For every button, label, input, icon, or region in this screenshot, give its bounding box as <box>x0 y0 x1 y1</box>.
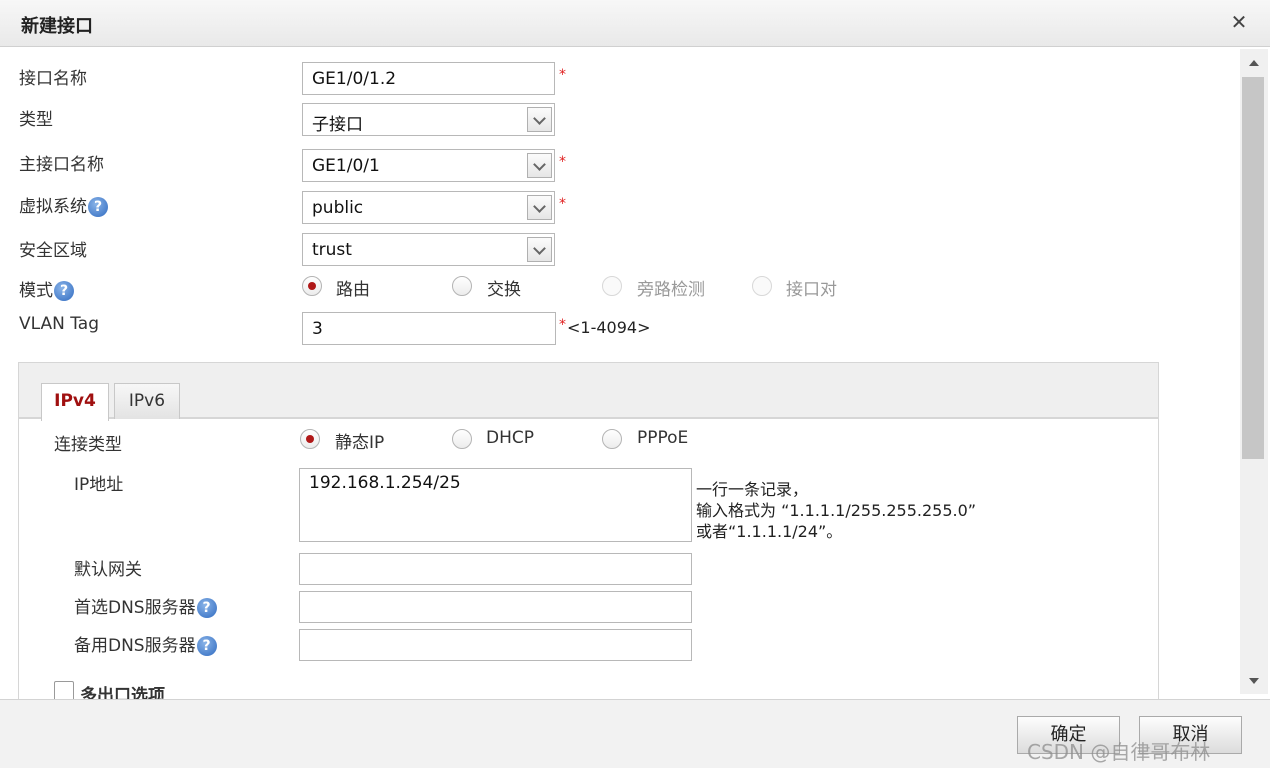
virtual-system-select-value: public <box>312 198 364 218</box>
ip-address-textarea[interactable]: 192.168.1.254/25 <box>299 468 692 542</box>
chevron-down-icon[interactable] <box>527 195 552 220</box>
main-interface-required: * <box>559 154 566 170</box>
connection-radio-static[interactable] <box>300 429 320 449</box>
interface-name-required: * <box>559 67 566 83</box>
default-gateway-input[interactable] <box>299 553 692 585</box>
virtual-system-required: * <box>559 196 566 212</box>
virtual-system-label: 虚拟系统? <box>19 192 108 217</box>
connection-static-label: 静态IP <box>335 433 385 453</box>
close-icon[interactable]: ✕ <box>1229 12 1249 32</box>
connection-radio-pppoe[interactable] <box>602 429 622 449</box>
dialog-titlebar: 新建接口 ✕ <box>0 0 1270 47</box>
virtual-system-select[interactable]: public <box>302 191 555 224</box>
mode-route-label: 路由 <box>336 280 370 300</box>
mode-label-text: 模式 <box>19 281 53 301</box>
chevron-down-icon[interactable] <box>527 237 552 262</box>
chevron-down-icon[interactable] <box>527 107 552 132</box>
default-gateway-label: 默认网关 <box>74 560 142 580</box>
mode-radio-bypass <box>602 276 622 296</box>
watermark: CSDN @自律哥布林 <box>1027 740 1211 764</box>
security-zone-label: 安全区域 <box>19 241 87 261</box>
ip-tabstrip: IPv4 IPv6 <box>19 363 1158 421</box>
backup-dns-label-text: 备用DNS服务器 <box>74 636 196 656</box>
content-scrollbar[interactable] <box>1240 49 1268 694</box>
vlan-tag-input[interactable]: 3 <box>302 312 556 345</box>
interface-name-label: 接口名称 <box>19 69 87 89</box>
dialog-title: 新建接口 <box>21 16 93 37</box>
connection-type-label: 连接类型 <box>54 435 122 455</box>
tab-ipv4[interactable]: IPv4 <box>41 383 109 421</box>
mode-switch-label: 交换 <box>487 280 521 300</box>
mode-bypass-label: 旁路检测 <box>637 280 705 300</box>
tab-ipv6[interactable]: IPv6 <box>114 383 180 419</box>
mode-interface-pair-label: 接口对 <box>786 280 837 300</box>
ip-address-hint-line-3: 或者“1.1.1.1/24”。 <box>696 522 843 541</box>
connection-dhcp-label: DHCP <box>486 428 534 448</box>
connection-pppoe-label: PPPoE <box>637 428 689 448</box>
primary-dns-label-text: 首选DNS服务器 <box>74 598 196 618</box>
virtual-system-label-text: 虚拟系统 <box>19 197 87 217</box>
mode-radio-switch[interactable] <box>452 276 472 296</box>
type-select-value: 子接口 <box>312 115 363 135</box>
mode-label: 模式? <box>19 276 74 301</box>
multi-exit-checkbox[interactable] <box>54 681 74 699</box>
backup-dns-label: 备用DNS服务器? <box>74 631 217 656</box>
ip-address-label: IP地址 <box>74 475 124 495</box>
security-zone-select[interactable]: trust <box>302 233 555 266</box>
mode-radio-route[interactable] <box>302 276 322 296</box>
security-zone-select-value: trust <box>312 240 352 260</box>
multi-exit-label: 多出口选项 <box>80 686 165 699</box>
vlan-tag-required: * <box>559 317 566 333</box>
scroll-up-icon[interactable] <box>1240 51 1268 75</box>
vlan-tag-label: VLAN Tag <box>19 314 100 334</box>
main-interface-label: 主接口名称 <box>19 155 104 175</box>
vlan-tag-range-hint: <1-4094> <box>567 318 651 337</box>
help-icon[interactable]: ? <box>54 281 74 301</box>
main-interface-select-value: GE1/0/1 <box>312 156 380 176</box>
chevron-down-icon[interactable] <box>527 153 552 178</box>
backup-dns-input[interactable] <box>299 629 692 661</box>
interface-name-input[interactable]: GE1/0/1.2 <box>302 62 555 95</box>
primary-dns-input[interactable] <box>299 591 692 623</box>
dialog-footer: 确定 取消 CSDN @自律哥布林 <box>0 699 1270 768</box>
ip-config-panel: IPv4 IPv6 连接类型 静态IP DHCP PPPoE IP地址 192.… <box>18 362 1159 699</box>
scroll-down-icon[interactable] <box>1240 669 1268 693</box>
main-interface-select[interactable]: GE1/0/1 <box>302 149 555 182</box>
connection-radio-dhcp[interactable] <box>452 429 472 449</box>
help-icon[interactable]: ? <box>196 636 217 656</box>
type-select[interactable]: 子接口 <box>302 103 555 136</box>
type-label: 类型 <box>19 110 53 130</box>
primary-dns-label: 首选DNS服务器? <box>74 593 217 618</box>
scrollbar-thumb[interactable] <box>1242 77 1264 459</box>
help-icon[interactable]: ? <box>196 598 217 618</box>
dialog-content: 接口名称 GE1/0/1.2 * 类型 子接口 主接口名称 GE1/0/1 * … <box>4 47 1240 699</box>
mode-radio-interface-pair <box>752 276 772 296</box>
help-icon[interactable]: ? <box>88 197 108 217</box>
